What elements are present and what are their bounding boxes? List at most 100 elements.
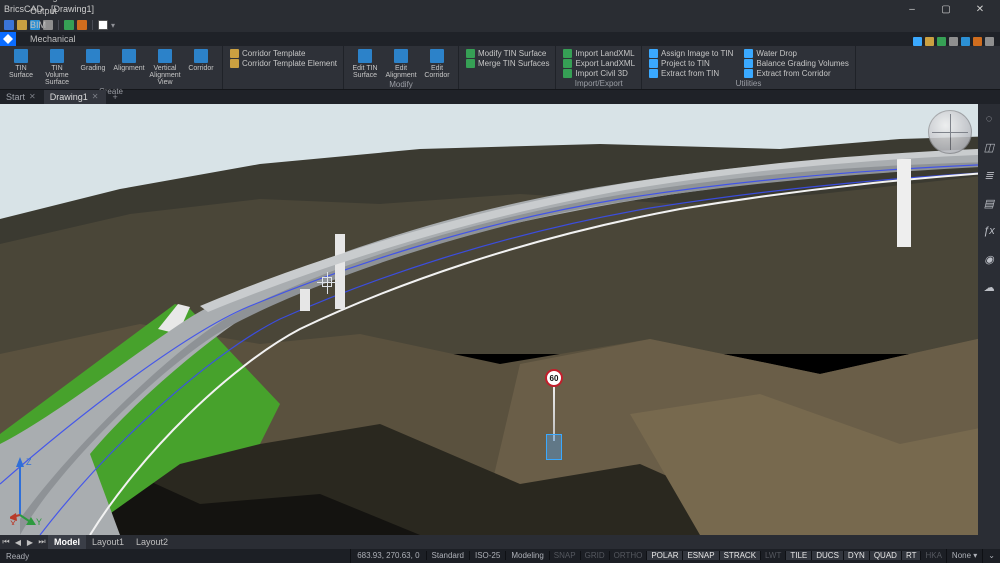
- project-to-tin-button[interactable]: Project to TIN: [646, 58, 735, 68]
- status-toggle-grid[interactable]: GRID: [580, 551, 609, 560]
- layout-nav-1[interactable]: ◀: [12, 535, 24, 549]
- status-toggle-dyn[interactable]: DYN: [843, 551, 869, 560]
- assign-image-to-tin-button[interactable]: Assign Image to TIN: [646, 48, 735, 58]
- tin-surface-button[interactable]: TINSurface: [4, 46, 38, 79]
- status-toggle-strack[interactable]: STRACK: [719, 551, 760, 560]
- grading-button[interactable]: Grading: [76, 46, 110, 72]
- status-toggle-hka[interactable]: HKA: [920, 551, 945, 560]
- corridor-icon: [193, 48, 209, 64]
- selection-box[interactable]: [546, 434, 562, 460]
- water-drop-button[interactable]: Water Drop: [741, 48, 851, 58]
- balance-grading-volumes-button[interactable]: Balance Grading Volumes: [741, 58, 851, 68]
- new-document-tab-button[interactable]: +: [106, 90, 125, 104]
- status-toggle-ducs[interactable]: DUCS: [811, 551, 843, 560]
- status-toggle-lwt[interactable]: LWT: [760, 551, 785, 560]
- extract-from-corridor-icon: [743, 68, 753, 78]
- close-tab-icon[interactable]: ✕: [92, 90, 99, 104]
- cube-icon[interactable]: ◫: [982, 140, 996, 154]
- view-compass[interactable]: [928, 110, 972, 154]
- export-landxml-label: Export LandXML: [575, 59, 635, 68]
- search-icon[interactable]: [961, 37, 970, 46]
- alignment-icon: [121, 48, 137, 64]
- status-toggle-quad[interactable]: QUAD: [869, 551, 901, 560]
- star-icon[interactable]: [925, 37, 934, 46]
- cloud-icon[interactable]: ☁: [982, 280, 996, 294]
- ribbon-group-utilities: Assign Image to TINProject to TINExtract…: [642, 46, 856, 89]
- tab-output[interactable]: Output: [20, 4, 86, 18]
- layers-icon[interactable]: ≣: [982, 168, 996, 182]
- edit-tin-surface-label: Edit TINSurface: [352, 65, 377, 79]
- modify-tin-surface-icon: [465, 48, 475, 58]
- new-icon[interactable]: [4, 20, 14, 30]
- ribbon-group-create: TINSurfaceTIN VolumeSurfaceGradingAlignm…: [0, 46, 223, 89]
- book-icon[interactable]: ▤: [982, 196, 996, 210]
- tin-volume-surface-button[interactable]: TIN VolumeSurface: [40, 46, 74, 86]
- lightbulb-icon[interactable]: ◌: [982, 112, 996, 126]
- qat-dropdown-icon[interactable]: ▾: [111, 21, 115, 30]
- status-toggle-tile[interactable]: TILE: [785, 551, 811, 560]
- cloud-sync-icon[interactable]: [913, 37, 922, 46]
- status-field-standard[interactable]: Standard: [426, 551, 469, 560]
- status-extra-icon[interactable]: ⌄: [982, 549, 1000, 563]
- layout-tab-layout1[interactable]: Layout1: [86, 535, 130, 549]
- edit-alignment-button[interactable]: EditAlignment: [384, 46, 418, 79]
- eye-icon[interactable]: ◉: [982, 252, 996, 266]
- edit-corridor-button[interactable]: EditCorridor: [420, 46, 454, 79]
- alignment-label: Alignment: [113, 65, 144, 72]
- import-civil3d-button[interactable]: Import Civil 3D: [560, 68, 637, 78]
- document-tab-start[interactable]: Start ✕: [0, 90, 44, 104]
- layout-nav-3[interactable]: ⏭: [36, 535, 48, 549]
- modify-tin-surface-button[interactable]: Modify TIN Surface: [463, 48, 551, 58]
- tin-volume-surface-label: TIN VolumeSurface: [40, 65, 74, 86]
- edit-alignment-label: EditAlignment: [385, 65, 416, 79]
- tab-mechanical[interactable]: Mechanical: [20, 32, 86, 46]
- edit-tin-surface-button[interactable]: Edit TINSurface: [348, 46, 382, 79]
- layer-color-icon[interactable]: [98, 20, 108, 30]
- layout-nav-0[interactable]: ⏮: [0, 535, 12, 549]
- close-tab-icon[interactable]: ✕: [29, 90, 36, 104]
- corridor-button[interactable]: Corridor: [184, 46, 218, 72]
- settings-icon[interactable]: [985, 37, 994, 46]
- corridor-template-button[interactable]: Corridor Template: [227, 48, 339, 58]
- gear-icon[interactable]: [937, 37, 946, 46]
- layout-nav-2[interactable]: ▶: [24, 535, 36, 549]
- merge-tin-surfaces-button[interactable]: Merge TIN Surfaces: [463, 58, 551, 68]
- status-toggle-rt[interactable]: RT: [901, 551, 921, 560]
- tab-bim[interactable]: BIM: [20, 18, 86, 32]
- status-toggle-polar[interactable]: POLAR: [646, 551, 682, 560]
- maximize-button[interactable]: ▢: [932, 2, 960, 16]
- status-annotation-scale[interactable]: None ▾: [946, 549, 982, 563]
- project-to-tin-label: Project to TIN: [661, 59, 710, 68]
- status-coords: 683.93, 270.63, 0: [350, 549, 425, 563]
- extract-from-corridor-button[interactable]: Extract from Corridor: [741, 68, 851, 78]
- edit-tin-surface-icon: [357, 48, 373, 64]
- status-toggle-esnap[interactable]: ESNAP: [682, 551, 718, 560]
- compass-icon[interactable]: [973, 37, 982, 46]
- modify-tin-surface-label: Modify TIN Surface: [478, 49, 546, 58]
- close-button[interactable]: ✕: [966, 2, 994, 16]
- import-landxml-button[interactable]: Import LandXML: [560, 48, 637, 58]
- fx-icon[interactable]: ƒx: [982, 224, 996, 238]
- vertical-alignment-view-button[interactable]: VerticalAlignment View: [148, 46, 182, 86]
- minimize-button[interactable]: –: [898, 2, 926, 16]
- status-toggle-snap[interactable]: SNAP: [549, 551, 580, 560]
- document-tab-drawing1[interactable]: Drawing1✕: [44, 90, 107, 104]
- layout-tab-layout2[interactable]: Layout2: [130, 535, 174, 549]
- speed-limit-sign: 60: [545, 369, 563, 387]
- speed-limit-value: 60: [550, 374, 559, 383]
- vertical-alignment-view-icon: [157, 48, 173, 64]
- layout-tab-model[interactable]: Model: [48, 535, 86, 549]
- alignment-button[interactable]: Alignment: [112, 46, 146, 72]
- status-toggle-ortho[interactable]: ORTHO: [609, 551, 647, 560]
- status-field-iso-25[interactable]: ISO-25: [469, 551, 505, 560]
- document-tab-label: Start: [6, 90, 25, 104]
- corridor-template-element-button[interactable]: Corridor Template Element: [227, 58, 339, 68]
- viewport[interactable]: 60 Z X Y ◌◫≣▤ƒx◉☁: [0, 104, 1000, 535]
- assign-image-to-tin-icon: [648, 48, 658, 58]
- app-menu-button[interactable]: [0, 32, 16, 46]
- status-field-modeling[interactable]: Modeling: [505, 551, 548, 560]
- extract-from-tin-button[interactable]: Extract from TIN: [646, 68, 735, 78]
- help-icon[interactable]: [949, 37, 958, 46]
- balance-grading-volumes-icon: [743, 58, 753, 68]
- export-landxml-button[interactable]: Export LandXML: [560, 58, 637, 68]
